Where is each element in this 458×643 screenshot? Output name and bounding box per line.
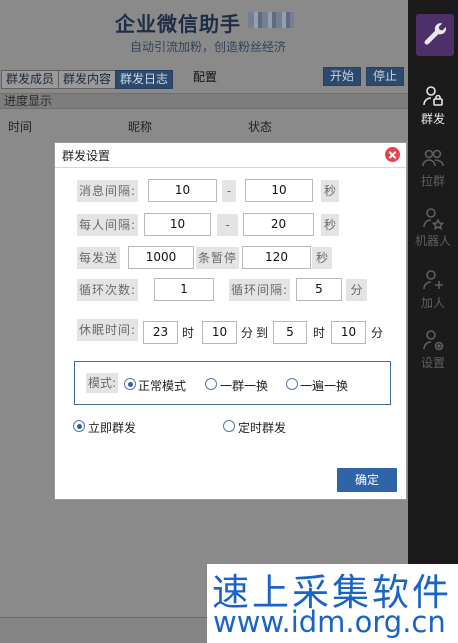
mode-normal-radio[interactable] [124, 378, 136, 390]
batch-count-input[interactable]: 1000 [128, 246, 194, 269]
sidebar-item-label: 群发 [420, 112, 445, 126]
msg-interval-unit: 秒 [321, 180, 339, 202]
sleep-end-hour-input[interactable]: 5 [273, 321, 307, 344]
app-subtitle: 自动引流加粉，创造粉丝经济 [130, 40, 287, 54]
blurred-title-suffix [248, 12, 294, 28]
sleep-end-minute-unit: 分 [371, 326, 384, 340]
app-title: 企业微信助手 [115, 12, 241, 36]
broadcast-settings-dialog: 群发设置 消息间隔: 10 - 10 秒 每人间隔: 10 - 20 秒 每发送… [54, 142, 407, 500]
send-now-label[interactable]: 立即群发 [88, 419, 136, 436]
send-scheduled-label[interactable]: 定时群发 [238, 419, 286, 436]
sidebar-item-label: 加人 [420, 296, 445, 310]
person-interval-from-input[interactable]: 10 [144, 213, 211, 236]
progress-label: 进度显示 [4, 94, 53, 108]
confirm-button[interactable]: 确定 [337, 468, 397, 492]
sidebar: 群发 拉群 机器人 加人 设置 [408, 0, 458, 643]
sidebar-item-label: 拉群 [420, 174, 445, 188]
sidebar-item-broadcast[interactable]: 群发 [408, 84, 458, 136]
robot-user-icon [423, 208, 445, 230]
dialog-title: 群发设置 [62, 149, 111, 163]
sidebar-item-robot[interactable]: 机器人 [408, 206, 458, 258]
sleep-start-minute-unit: 分 [241, 326, 254, 340]
tab-broadcast-log[interactable]: 群发日志 [115, 70, 174, 89]
user-settings-icon [423, 330, 444, 351]
msg-interval-label: 消息间隔: [77, 180, 139, 202]
person-interval-unit: 秒 [321, 214, 339, 236]
group-icon [422, 149, 444, 167]
sidebar-item-add-user[interactable]: 加人 [408, 268, 458, 320]
mode-group: 模式: 正常模式 一群一换 一遍一换 [74, 361, 391, 405]
loop-interval-unit: 分 [346, 279, 367, 301]
mode-per-group-label[interactable]: 一群一换 [220, 377, 268, 394]
mode-normal-label[interactable]: 正常模式 [138, 377, 186, 394]
loop-count-label: 循环次数: [77, 279, 139, 301]
sleep-start-hour-unit: 时 [182, 326, 195, 340]
msg-interval-to-input[interactable]: 10 [245, 179, 313, 202]
sleep-start-minute-input[interactable]: 10 [202, 321, 237, 344]
tab-broadcast-members[interactable]: 群发成员 [1, 70, 60, 89]
column-header-time: 时间 [8, 120, 33, 134]
send-scheduled-radio[interactable] [223, 420, 235, 432]
batch-send-label: 每发送 [77, 247, 121, 269]
sleep-time-label: 休眠时间: [77, 319, 139, 341]
add-user-icon [423, 270, 443, 290]
wrench-icon [416, 14, 454, 56]
user-broadcast-icon [423, 86, 443, 106]
mode-per-group-radio[interactable] [205, 378, 217, 390]
msg-interval-from-input[interactable]: 10 [148, 179, 217, 202]
mode-per-round-label[interactable]: 一遍一换 [300, 377, 348, 394]
person-interval-to-input[interactable]: 20 [243, 213, 314, 236]
sidebar-item-label: 机器人 [414, 234, 451, 248]
loop-count-input[interactable]: 1 [154, 278, 214, 301]
batch-pause-input[interactable]: 120 [242, 246, 311, 269]
send-now-radio[interactable] [73, 420, 85, 432]
stop-button[interactable]: 停止 [366, 67, 404, 86]
progress-bar: 进度显示 [0, 93, 408, 109]
sleep-to-label: 到 [256, 326, 269, 340]
sidebar-item-group[interactable]: 拉群 [408, 146, 458, 198]
msg-interval-separator: - [222, 180, 236, 202]
column-header-status: 状态 [248, 120, 273, 134]
start-button[interactable]: 开始 [323, 67, 361, 86]
watermark-url: www.idm.org.cn [213, 605, 446, 639]
sidebar-item-settings[interactable]: 设置 [408, 328, 458, 380]
sidebar-item-label: 设置 [420, 356, 445, 370]
mode-label: 模式: [86, 373, 119, 393]
config-label[interactable]: 配置 [193, 68, 217, 85]
batch-pause-unit: 秒 [312, 247, 332, 269]
column-header-nickname: 昵称 [128, 120, 153, 134]
dialog-divider [55, 167, 406, 168]
watermark: 速上采集软件 www.idm.org.cn [207, 564, 458, 643]
sleep-end-hour-unit: 时 [313, 326, 326, 340]
mode-per-round-radio[interactable] [286, 378, 298, 390]
person-interval-label: 每人间隔: [77, 214, 139, 236]
sleep-start-hour-input[interactable]: 23 [143, 321, 178, 344]
sleep-end-minute-input[interactable]: 10 [331, 321, 366, 344]
batch-pause-label: 条暂停 [196, 247, 240, 269]
loop-interval-label: 循环间隔: [229, 279, 291, 301]
loop-interval-input[interactable]: 5 [296, 278, 342, 301]
person-interval-separator: - [217, 214, 238, 236]
tab-broadcast-content[interactable]: 群发内容 [58, 70, 117, 89]
close-icon[interactable] [385, 147, 400, 162]
